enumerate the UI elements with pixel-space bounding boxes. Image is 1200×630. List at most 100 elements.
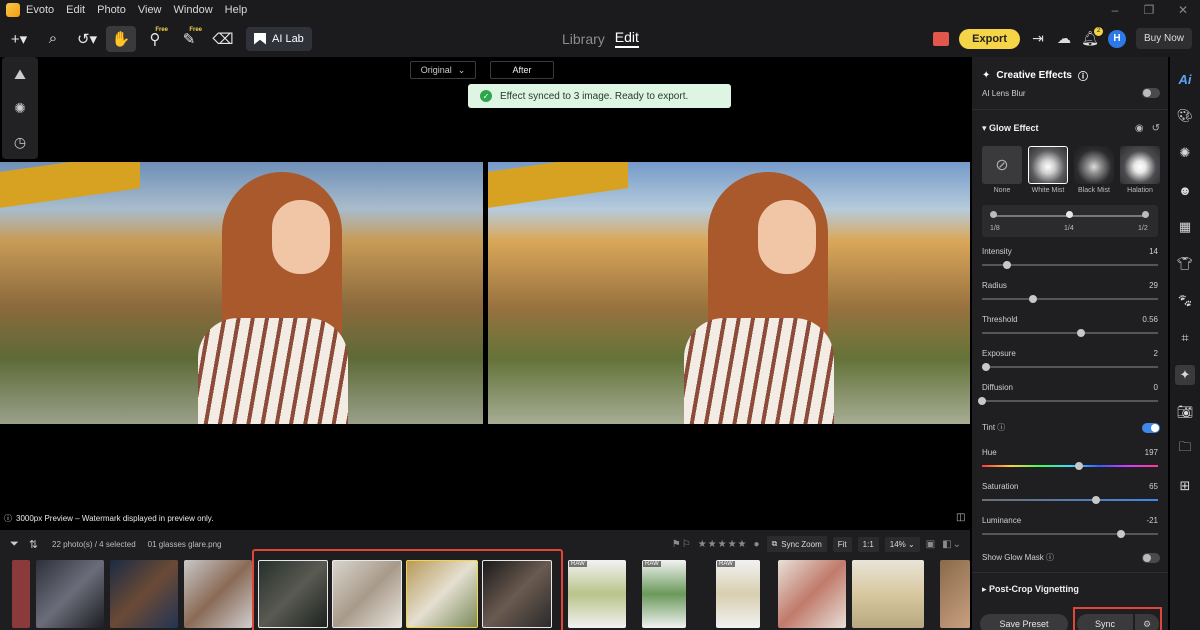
save-preset-button[interactable]: Save Preset bbox=[980, 614, 1068, 630]
style-halation[interactable]: Halation bbox=[1120, 146, 1160, 194]
slider-knob[interactable] bbox=[1029, 295, 1038, 303]
original-dropdown[interactable]: Original ⌄ bbox=[410, 61, 476, 79]
thumbnail[interactable] bbox=[778, 560, 846, 628]
crop-icon[interactable]: ⌗ bbox=[1175, 328, 1195, 348]
slider-knob[interactable] bbox=[1092, 496, 1101, 504]
eraser-icon[interactable]: ⌫ bbox=[208, 26, 238, 52]
tint-toggle[interactable] bbox=[1142, 422, 1160, 433]
thumbnail[interactable] bbox=[184, 560, 252, 628]
level-dot[interactable] bbox=[1142, 211, 1149, 218]
thumbnail[interactable] bbox=[852, 560, 924, 628]
close-icon[interactable]: ✕ bbox=[1166, 0, 1200, 20]
thumbnail[interactable] bbox=[36, 560, 104, 628]
threshold-slider[interactable]: Threshold 0.56 bbox=[982, 315, 1158, 337]
add-icon[interactable]: +▾ bbox=[4, 26, 34, 52]
share-icon[interactable]: ⇥ bbox=[1030, 30, 1046, 47]
cloud-icon[interactable]: ☁ bbox=[1056, 30, 1072, 47]
grid-icon[interactable]: ▦ bbox=[1175, 217, 1195, 237]
single-view-icon[interactable]: ▣ bbox=[926, 539, 936, 550]
fit-button[interactable]: Fit bbox=[832, 536, 852, 552]
slider-knob[interactable] bbox=[1117, 530, 1126, 538]
style-none[interactable]: ⊘ None bbox=[982, 146, 1022, 194]
paw-icon[interactable]: 🐾︎ bbox=[1175, 291, 1195, 311]
help-icon[interactable]: ⓘ bbox=[1078, 68, 1088, 83]
patch-tool-icon[interactable]: ✎ Free bbox=[174, 26, 204, 52]
split-view-icon[interactable]: ◧⌄ bbox=[942, 539, 962, 550]
tab-edit[interactable]: Edit bbox=[614, 29, 639, 48]
menu-view[interactable]: View bbox=[138, 4, 162, 16]
avatar[interactable]: H bbox=[1107, 29, 1126, 48]
glow-mask-toggle[interactable] bbox=[1142, 552, 1160, 563]
sync-button[interactable]: Sync bbox=[1077, 614, 1133, 630]
luminance-slider[interactable]: Luminance -21 bbox=[982, 516, 1158, 538]
clone-tool-icon[interactable]: ⚲ Free bbox=[140, 26, 170, 52]
thumbnail[interactable]: RAW bbox=[568, 560, 626, 628]
thumbnail[interactable]: RAW bbox=[642, 560, 686, 628]
menu-evoto[interactable]: Evoto bbox=[26, 4, 54, 16]
search-icon[interactable]: ⌕ bbox=[38, 26, 68, 52]
ai-icon[interactable]: Ai bbox=[1175, 69, 1195, 89]
creative-effects-icon[interactable]: ✦ bbox=[1175, 365, 1195, 385]
compare-view-icon[interactable]: ◫ bbox=[956, 512, 965, 523]
minimize-icon[interactable]: – bbox=[1098, 0, 1132, 20]
thumbnail[interactable] bbox=[110, 560, 178, 628]
thumbnail[interactable] bbox=[940, 560, 970, 628]
hand-tool-icon[interactable]: ✋ bbox=[106, 25, 136, 52]
menu-help[interactable]: Help bbox=[225, 4, 248, 16]
grain-icon[interactable]: ✺ bbox=[14, 100, 26, 117]
thumbnail[interactable]: RAW bbox=[716, 560, 760, 628]
landscape-icon[interactable]: ⛰ bbox=[14, 66, 26, 83]
level-dot[interactable] bbox=[990, 211, 997, 218]
style-black-mist[interactable]: Black Mist bbox=[1074, 146, 1114, 194]
menu-photo[interactable]: Photo bbox=[97, 4, 126, 16]
glow-effect-header[interactable]: ▾ Glow Effect ◉ ↺ bbox=[982, 123, 1160, 134]
reset-icon[interactable]: ↺ bbox=[1152, 123, 1160, 134]
slider-knob[interactable] bbox=[1076, 329, 1085, 337]
radius-slider[interactable]: Radius 29 bbox=[982, 281, 1158, 303]
menu-window[interactable]: Window bbox=[174, 4, 213, 16]
undo-icon[interactable]: ↺▾ bbox=[72, 26, 102, 52]
shirt-icon[interactable]: 👕︎ bbox=[1175, 254, 1195, 274]
lens-blur-toggle[interactable] bbox=[1142, 88, 1160, 98]
grain-icon[interactable]: ✺ bbox=[1175, 143, 1195, 163]
more-icon[interactable]: ⊞ bbox=[1175, 476, 1195, 496]
slider-knob[interactable] bbox=[978, 397, 986, 405]
history-icon[interactable]: ◷ bbox=[14, 134, 26, 151]
photo-original[interactable] bbox=[0, 162, 483, 424]
ratio-button[interactable]: 1:1 bbox=[857, 536, 879, 552]
style-white-mist[interactable]: White Mist bbox=[1028, 146, 1068, 194]
flag-icon[interactable]: ⚑⚐ bbox=[672, 539, 692, 550]
help-icon[interactable]: ⓘ bbox=[997, 423, 1005, 432]
saturation-slider[interactable]: Saturation 65 bbox=[982, 482, 1158, 504]
tab-library[interactable]: Library bbox=[562, 31, 605, 47]
eye-icon[interactable]: ◉ bbox=[1135, 123, 1144, 134]
post-crop-vignetting-header[interactable]: ▸ Post-Crop Vignetting bbox=[982, 584, 1079, 595]
slider-knob[interactable] bbox=[981, 363, 990, 371]
ai-lab-button[interactable]: AI Lab bbox=[246, 26, 312, 51]
sync-zoom-button[interactable]: ⧉ Sync Zoom bbox=[766, 536, 827, 552]
help-icon[interactable]: ⓘ bbox=[1046, 553, 1054, 562]
bell-icon[interactable]: 🔔︎ 2 bbox=[1081, 26, 1103, 47]
palette-icon[interactable]: 🎨︎ bbox=[1175, 106, 1195, 126]
level-dot-active[interactable] bbox=[1066, 211, 1073, 218]
color-label-icon[interactable]: ● bbox=[754, 539, 761, 550]
folder-icon[interactable]: 🗀 bbox=[1175, 439, 1195, 459]
camera-icon[interactable]: 📷︎ bbox=[1175, 402, 1195, 422]
thumbnail[interactable] bbox=[12, 560, 30, 628]
gift-icon[interactable] bbox=[933, 31, 950, 46]
slider-knob[interactable] bbox=[1074, 462, 1083, 470]
diffusion-slider[interactable]: Diffusion 0 bbox=[978, 383, 1158, 405]
intensity-slider[interactable]: Intensity 14 bbox=[982, 247, 1158, 269]
filter-icon[interactable]: ⏷ bbox=[10, 538, 19, 551]
rating-stars[interactable]: ★★★★★ bbox=[698, 539, 748, 550]
after-button[interactable]: After bbox=[490, 61, 554, 79]
strength-level-selector[interactable]: 1/8 1/4 1/2 bbox=[982, 205, 1158, 237]
export-button[interactable]: Export bbox=[959, 28, 1020, 49]
hue-slider[interactable]: Hue 197 bbox=[982, 448, 1158, 470]
sort-icon[interactable]: ⇅ bbox=[29, 538, 38, 551]
exposure-slider[interactable]: Exposure 2 bbox=[981, 349, 1158, 371]
maximize-icon[interactable]: ❐ bbox=[1132, 0, 1166, 20]
head-icon[interactable]: ☻ bbox=[1175, 180, 1195, 200]
photo-after[interactable] bbox=[488, 162, 970, 424]
zoom-select[interactable]: 14% ⌄ bbox=[884, 536, 920, 552]
